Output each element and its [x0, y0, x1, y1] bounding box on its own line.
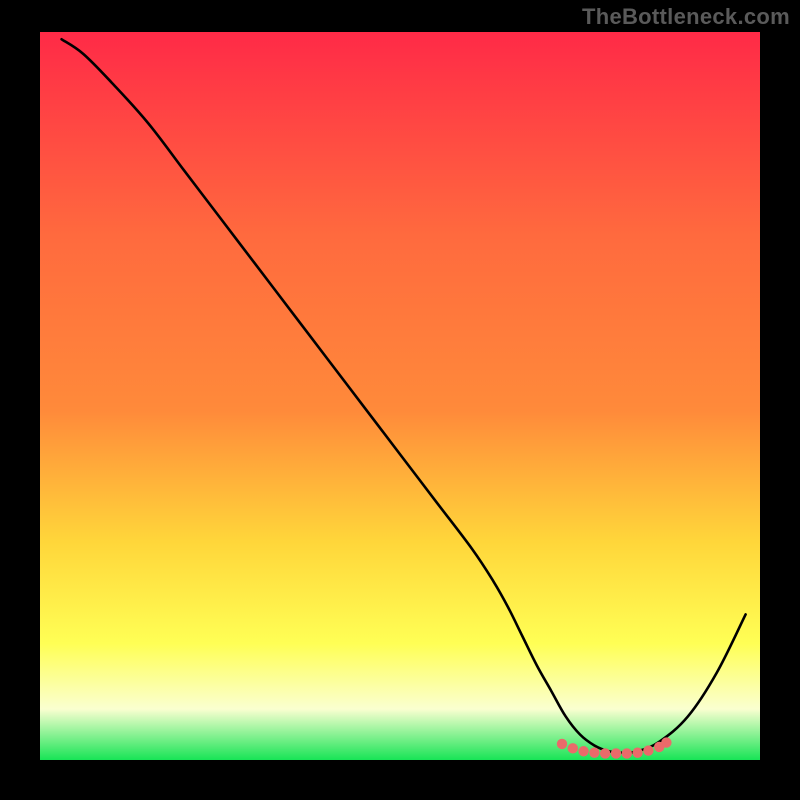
bottleneck-chart [40, 32, 760, 760]
marker-dot [578, 746, 588, 756]
marker-dot [568, 743, 578, 753]
marker-dot [622, 748, 632, 758]
marker-dot [611, 748, 621, 758]
chart-frame: TheBottleneck.com [0, 0, 800, 800]
marker-dot [643, 745, 653, 755]
watermark-text: TheBottleneck.com [582, 4, 790, 30]
gradient-background [40, 32, 760, 760]
marker-dot [661, 737, 671, 747]
marker-dot [632, 748, 642, 758]
marker-dot [557, 739, 567, 749]
plot-area [40, 32, 760, 760]
marker-dot [589, 748, 599, 758]
marker-dot [600, 748, 610, 758]
